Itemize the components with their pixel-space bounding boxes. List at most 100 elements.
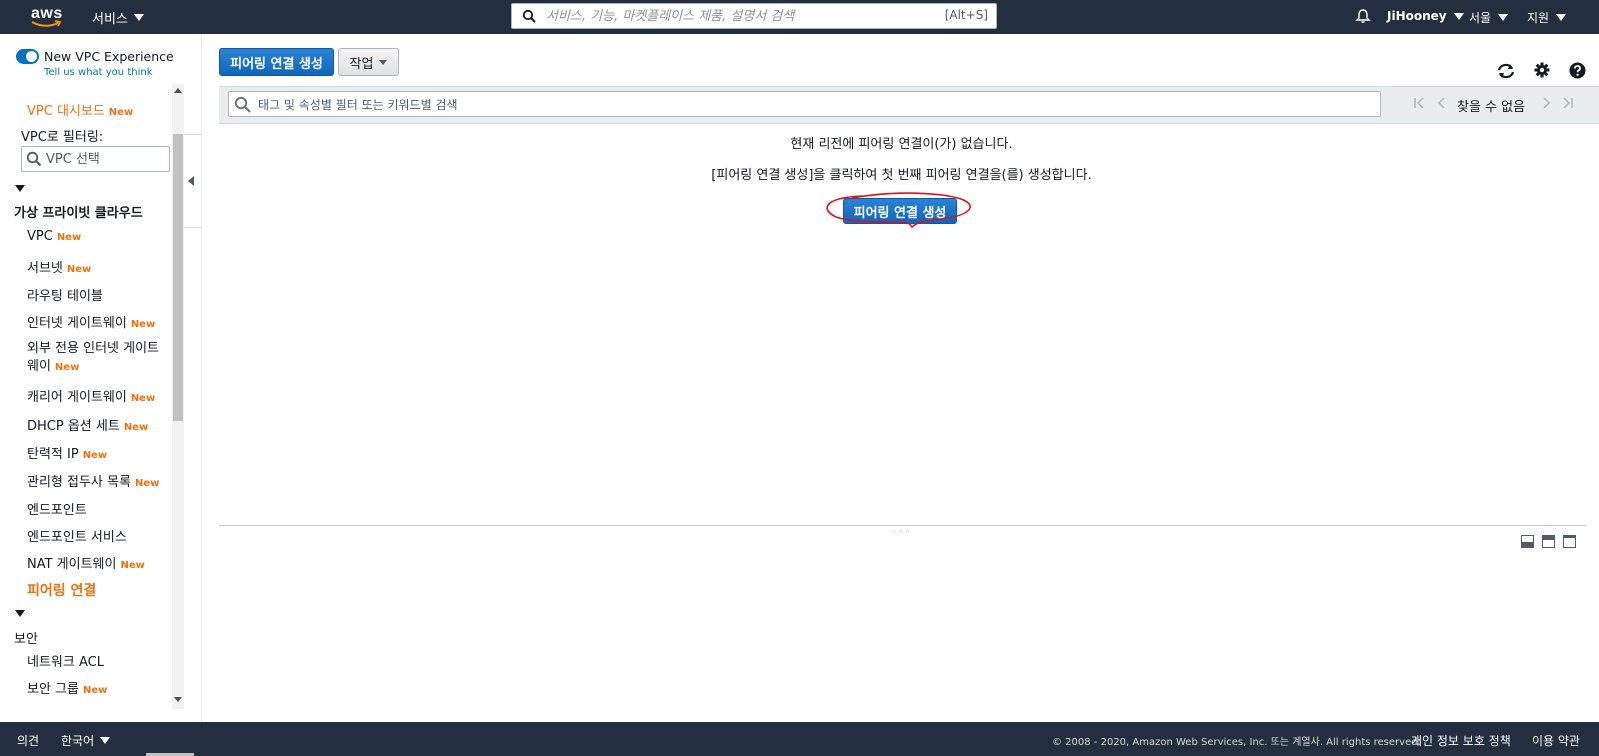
filter-search[interactable] [228, 91, 1381, 117]
next-page-icon[interactable] [1542, 96, 1552, 110]
search-shortcut: [Alt+S] [944, 8, 988, 22]
sidebar-collapse-handle[interactable] [184, 134, 202, 228]
split-bottom-icon[interactable] [1521, 535, 1534, 548]
last-page-icon[interactable] [1562, 96, 1574, 110]
services-label: 서비스 [92, 12, 128, 27]
first-page-icon[interactable] [1413, 96, 1425, 110]
red-annotation-circle [826, 192, 971, 229]
copyright-text: © 2008 - 2020, Amazon Web Services, Inc.… [1052, 737, 1421, 748]
filter-search-input[interactable] [256, 96, 1356, 114]
actions-button[interactable]: 작업 [338, 48, 399, 76]
feedback-link[interactable]: Tell us what you think [44, 67, 153, 78]
sidebar-item-label: 탄력적 IP [27, 447, 79, 462]
sidebar-item-label: 보안 그룹 [27, 682, 79, 697]
sidebar-item-label: VPC 대시보드 [27, 104, 105, 119]
feedback-link[interactable]: 의견 [17, 732, 39, 749]
bell-icon[interactable] [1355, 8, 1371, 24]
sidebar-item-label: DHCP 옵션 세트 [27, 419, 120, 434]
global-search[interactable]: [Alt+S] [511, 3, 997, 29]
refresh-icon[interactable] [1496, 62, 1516, 80]
sidebar-item-security-groups[interactable]: 보안 그룹 New [27, 678, 107, 697]
scroll-down-icon[interactable] [174, 697, 182, 702]
privacy-policy-link[interactable]: 개인 정보 보호 정책 [1411, 732, 1511, 749]
sidebar-scroll-area[interactable]: VPC 대시보드New VPC로 필터링: 가상 프라이빗 클라우드 VPCNe… [0, 84, 172, 709]
support-menu[interactable]: 지원 [1527, 9, 1567, 26]
empty-state-message: 현재 리전에 피어링 연결이(가) 없습니다. [790, 137, 1013, 152]
empty-state-instruction: [피어링 연결 생성]을 클릭하여 첫 번째 피어링 연결을(를) 생성합니다. [711, 168, 1092, 183]
gear-icon[interactable] [1534, 62, 1550, 78]
drag-handle-icon[interactable]: ◦◦◦ [891, 527, 912, 538]
chevron-down-icon [379, 59, 388, 65]
split-middle-icon[interactable] [1542, 535, 1555, 548]
sidebar-item-subnets[interactable]: 서브넷 New [27, 257, 91, 276]
sidebar-item-label: 엔드포인트 [27, 503, 87, 518]
search-icon [234, 96, 251, 113]
sidebar-item-nat-gateways[interactable]: NAT 게이트웨이 New [27, 553, 145, 572]
sidebar-item-label: 라우팅 테이블 [27, 289, 103, 304]
create-peering-connection-button[interactable]: 피어링 연결 생성 [219, 48, 334, 76]
sidebar-item-label: 피어링 연결 [27, 583, 97, 599]
filter-bar: 찾을 수 없음 [219, 86, 1599, 124]
region-label: 서울 [1469, 11, 1492, 25]
sidebar-item-label-line2: 웨이 [27, 359, 51, 374]
search-icon [26, 151, 42, 167]
vpc-select[interactable] [21, 146, 170, 172]
top-navigation-bar: aws 서비스 [Alt+S] JiHooney 서울 지원 [0, 0, 1599, 34]
filter-by-vpc-label: VPC로 필터링: [21, 130, 104, 145]
sidebar-scrollbar-thumb[interactable] [173, 134, 183, 421]
new-badge: New [134, 478, 160, 489]
sidebar-item-peering-connections[interactable]: 피어링 연결 [27, 580, 96, 600]
sidebar-item-label: 인터넷 게이트웨이 [27, 316, 127, 331]
sidebar-item-elastic-ip[interactable]: 탄력적 IP New [27, 443, 107, 462]
actions-label: 작업 [349, 56, 374, 72]
toggle-label: New VPC Experience [44, 49, 174, 64]
sidebar-item-internet-gateways[interactable]: 인터넷 게이트웨이 New [27, 312, 155, 331]
sidebar-item-carrier-gateways[interactable]: 캐리어 게이트웨이 New [27, 386, 155, 405]
caret-down-icon[interactable] [15, 185, 25, 192]
global-search-input[interactable] [544, 6, 924, 26]
sidebar-item-label: 캐리어 게이트웨이 [27, 390, 127, 405]
chevron-down-icon [1556, 14, 1567, 21]
sidebar-item-route-tables[interactable]: 라우팅 테이블 [27, 285, 103, 304]
caret-down-icon[interactable] [15, 610, 25, 617]
vpc-select-input[interactable] [44, 150, 164, 168]
new-badge: New [120, 560, 145, 571]
region-menu[interactable]: 서울 [1469, 9, 1509, 26]
terms-link[interactable]: 이용 약관 [1532, 732, 1580, 749]
new-badge: New [56, 232, 82, 243]
account-label: JiHooney [1387, 9, 1447, 23]
scroll-up-icon[interactable] [174, 88, 182, 93]
account-menu[interactable]: JiHooney [1387, 9, 1464, 23]
sidebar-item-label: 네트워크 ACL [27, 655, 104, 670]
pager-status: 찾을 수 없음 [1457, 100, 1526, 115]
support-label: 지원 [1527, 11, 1550, 25]
new-badge: New [123, 422, 149, 433]
new-badge: New [82, 450, 108, 461]
section-vpc-title: 가상 프라이빗 클라우드 [14, 206, 143, 221]
sidebar-item-endpoints[interactable]: 엔드포인트 [27, 499, 87, 518]
sidebar-item-vpc-dashboard[interactable]: VPC 대시보드 New [27, 100, 133, 119]
sidebar-divider [201, 34, 202, 722]
sidebar-item-managed-prefix-lists[interactable]: 관리형 접두사 목록 New [27, 471, 159, 490]
sidebar-item-network-acls[interactable]: 네트워크 ACL [27, 651, 104, 670]
new-badge: New [82, 685, 108, 696]
sidebar-item-egress-only-igw[interactable]: 외부 전용 인터넷 게이트 웨이 New [27, 340, 159, 377]
services-menu[interactable]: 서비스 [92, 8, 144, 27]
previous-page-icon[interactable] [1436, 96, 1446, 110]
chevron-down-icon [1453, 12, 1464, 20]
aws-smile-icon [31, 20, 62, 27]
new-badge: New [130, 393, 156, 404]
search-icon [522, 9, 536, 23]
split-top-icon[interactable] [1563, 535, 1576, 548]
split-panel-divider[interactable] [219, 525, 1586, 526]
new-badge: New [130, 319, 156, 330]
new-vpc-experience-toggle[interactable] [16, 49, 39, 64]
sidebar-item-endpoint-services[interactable]: 엔드포인트 서비스 [27, 526, 127, 545]
section-security-title: 보안 [14, 632, 38, 647]
language-selector[interactable]: 한국어 [61, 732, 111, 749]
sidebar-item-vpc[interactable]: VPC New [27, 229, 81, 244]
help-icon[interactable] [1569, 62, 1586, 79]
sidebar-item-dhcp-options[interactable]: DHCP 옵션 세트 New [27, 415, 148, 434]
chevron-down-icon [100, 737, 111, 744]
aws-logo[interactable]: aws [30, 3, 64, 31]
